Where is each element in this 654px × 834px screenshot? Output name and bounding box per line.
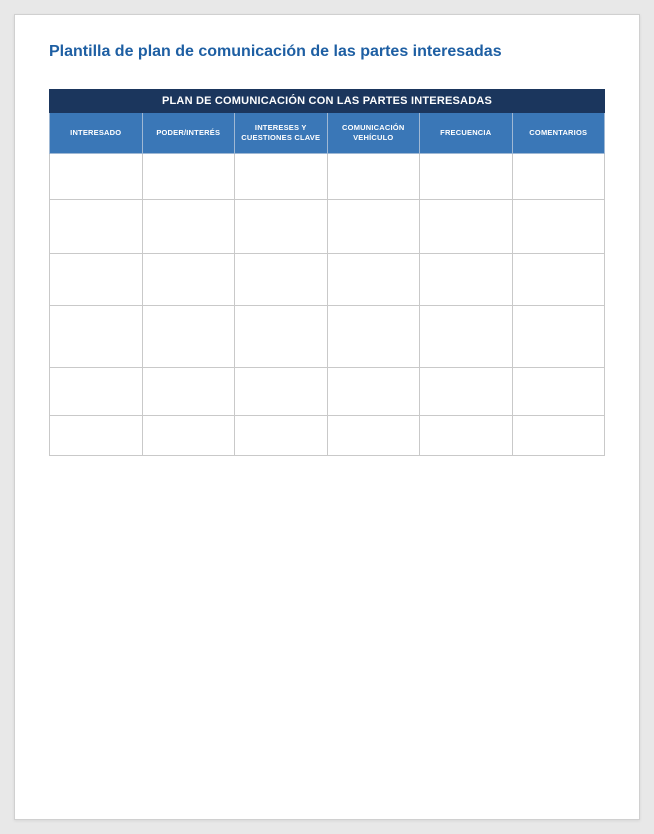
cell[interactable] — [512, 200, 605, 254]
table-row — [50, 200, 605, 254]
cell[interactable] — [50, 368, 143, 416]
col-header-comunicacion-vehiculo: COMUNICACIÓN VEHÍCULO — [327, 113, 420, 154]
table-header-row: INTERESADO PODER/INTERÉS INTERESES Y CUE… — [50, 113, 605, 154]
cell[interactable] — [327, 254, 420, 306]
cell[interactable] — [512, 416, 605, 456]
col-header-intereses-clave: INTERESES Y CUESTIONES CLAVE — [235, 113, 328, 154]
cell[interactable] — [327, 154, 420, 200]
cell[interactable] — [50, 416, 143, 456]
cell[interactable] — [512, 154, 605, 200]
cell[interactable] — [327, 368, 420, 416]
cell[interactable] — [50, 200, 143, 254]
page-title: Plantilla de plan de comunicación de las… — [49, 43, 605, 61]
cell[interactable] — [235, 416, 328, 456]
cell[interactable] — [50, 154, 143, 200]
table-row — [50, 154, 605, 200]
cell[interactable] — [327, 200, 420, 254]
cell[interactable] — [142, 368, 235, 416]
col-header-interesado: INTERESADO — [50, 113, 143, 154]
cell[interactable] — [235, 368, 328, 416]
cell[interactable] — [50, 306, 143, 368]
cell[interactable] — [142, 200, 235, 254]
table-row — [50, 254, 605, 306]
cell[interactable] — [142, 306, 235, 368]
stakeholder-plan-table: PLAN DE COMUNICACIÓN CON LAS PARTES INTE… — [49, 89, 605, 456]
document-page: Plantilla de plan de comunicación de las… — [14, 14, 640, 820]
table-row — [50, 368, 605, 416]
cell[interactable] — [142, 416, 235, 456]
table-row — [50, 416, 605, 456]
cell[interactable] — [50, 254, 143, 306]
table-title: PLAN DE COMUNICACIÓN CON LAS PARTES INTE… — [50, 90, 605, 113]
cell[interactable] — [420, 200, 513, 254]
cell[interactable] — [142, 154, 235, 200]
cell[interactable] — [235, 254, 328, 306]
col-header-comentarios: COMENTARIOS — [512, 113, 605, 154]
cell[interactable] — [512, 254, 605, 306]
table-title-row: PLAN DE COMUNICACIÓN CON LAS PARTES INTE… — [50, 90, 605, 113]
cell[interactable] — [420, 368, 513, 416]
cell[interactable] — [235, 306, 328, 368]
cell[interactable] — [235, 154, 328, 200]
cell[interactable] — [142, 254, 235, 306]
cell[interactable] — [420, 154, 513, 200]
col-header-frecuencia: FRECUENCIA — [420, 113, 513, 154]
cell[interactable] — [420, 306, 513, 368]
cell[interactable] — [420, 416, 513, 456]
cell[interactable] — [512, 368, 605, 416]
cell[interactable] — [420, 254, 513, 306]
cell[interactable] — [327, 416, 420, 456]
cell[interactable] — [327, 306, 420, 368]
cell[interactable] — [235, 200, 328, 254]
cell[interactable] — [512, 306, 605, 368]
table-row — [50, 306, 605, 368]
col-header-poder-interes: PODER/INTERÉS — [142, 113, 235, 154]
